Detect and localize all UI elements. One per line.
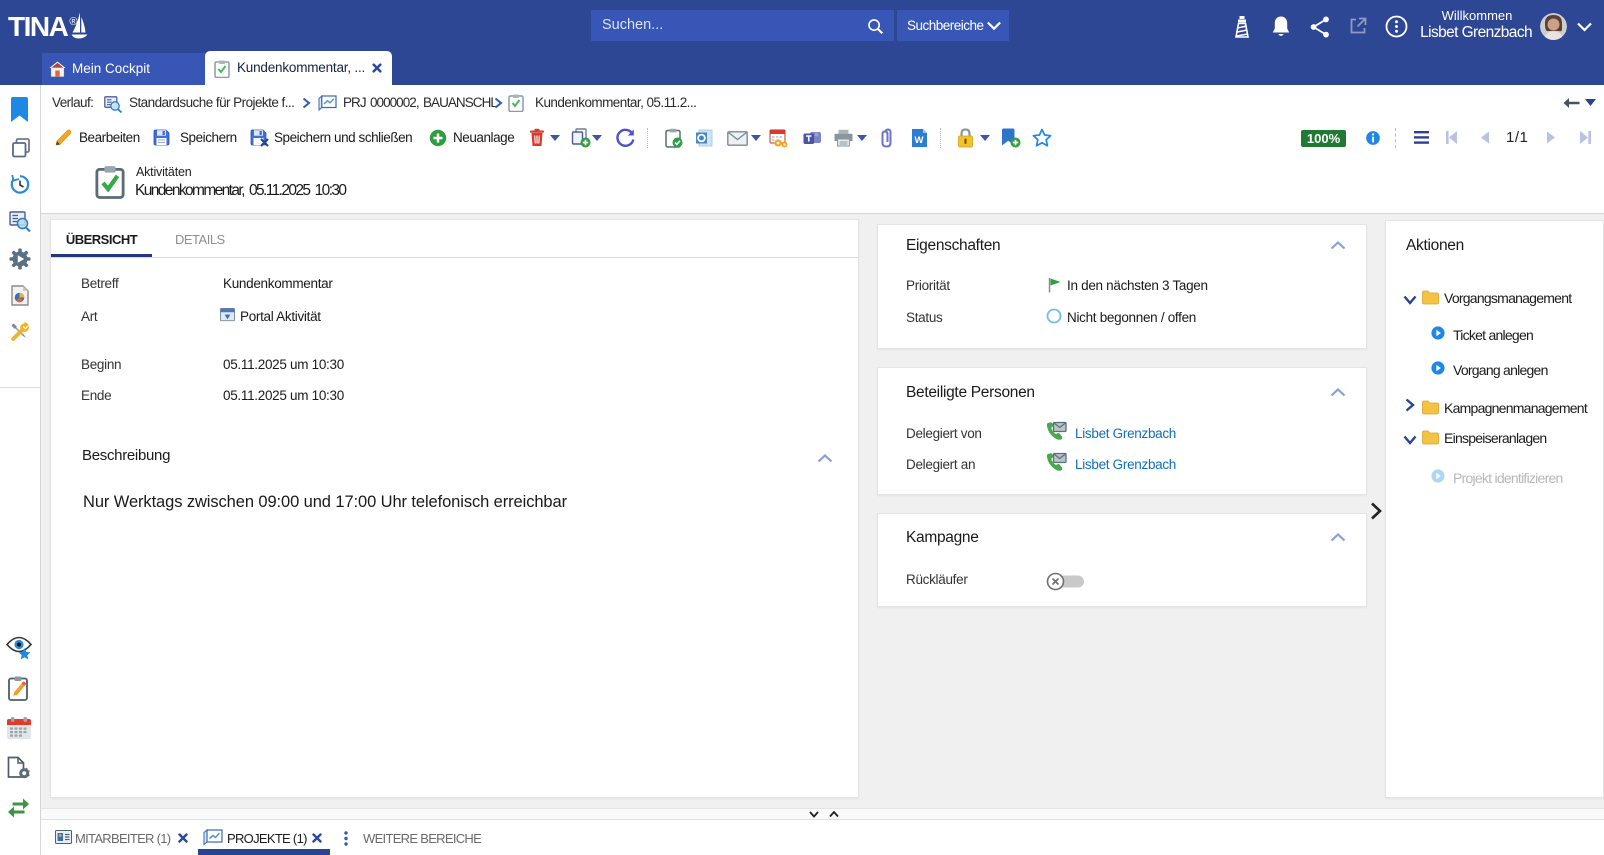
svg-text:W: W (915, 135, 924, 146)
